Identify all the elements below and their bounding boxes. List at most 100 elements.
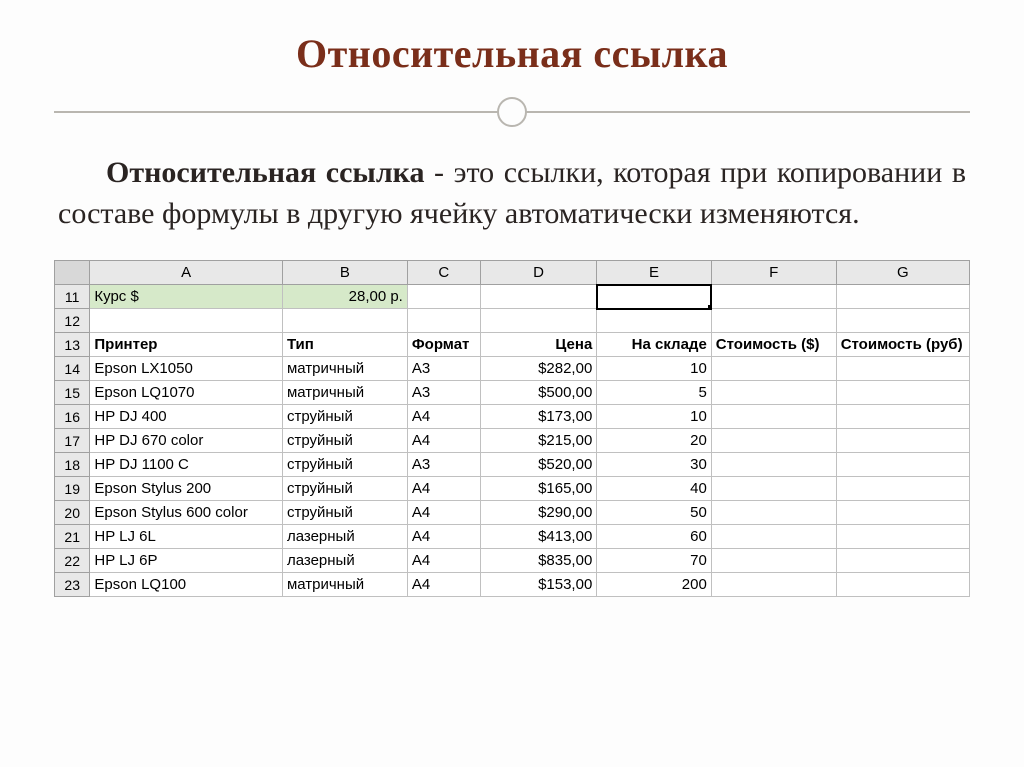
row-header-22[interactable]: 22	[55, 549, 90, 573]
cell-B12[interactable]	[282, 309, 407, 333]
col-header-B[interactable]: B	[282, 261, 407, 285]
row-header-20[interactable]: 20	[55, 501, 90, 525]
cell-A14[interactable]: Epson LX1050	[90, 357, 283, 381]
cell-D12[interactable]	[480, 309, 597, 333]
cell-F13[interactable]: Стоимость ($)	[711, 333, 836, 357]
cell-B15[interactable]: матричный	[282, 381, 407, 405]
cell-B20[interactable]: струйный	[282, 501, 407, 525]
col-header-E[interactable]: E	[597, 261, 712, 285]
cell-D23[interactable]: $153,00	[480, 573, 597, 597]
cell-F15[interactable]	[711, 381, 836, 405]
cell-C14[interactable]: A3	[407, 357, 480, 381]
cell-G21[interactable]	[836, 525, 969, 549]
cell-G18[interactable]	[836, 453, 969, 477]
cell-C16[interactable]: A4	[407, 405, 480, 429]
cell-B22[interactable]: лазерный	[282, 549, 407, 573]
col-header-A[interactable]: A	[90, 261, 283, 285]
cell-F16[interactable]	[711, 405, 836, 429]
cell-E14[interactable]: 10	[597, 357, 712, 381]
cell-G11[interactable]	[836, 285, 969, 309]
cell-G13[interactable]: Стоимость (руб)	[836, 333, 969, 357]
cell-D11[interactable]	[480, 285, 597, 309]
cell-B18[interactable]: струйный	[282, 453, 407, 477]
cell-A17[interactable]: HP DJ 670 color	[90, 429, 283, 453]
row-header-18[interactable]: 18	[55, 453, 90, 477]
cell-B21[interactable]: лазерный	[282, 525, 407, 549]
cell-D19[interactable]: $165,00	[480, 477, 597, 501]
row-header-13[interactable]: 13	[55, 333, 90, 357]
cell-C21[interactable]: A4	[407, 525, 480, 549]
cell-A20[interactable]: Epson Stylus 600 color	[90, 501, 283, 525]
cell-D14[interactable]: $282,00	[480, 357, 597, 381]
cell-D22[interactable]: $835,00	[480, 549, 597, 573]
cell-A11[interactable]: Курс $	[90, 285, 283, 309]
cell-A16[interactable]: HP DJ 400	[90, 405, 283, 429]
cell-C19[interactable]: A4	[407, 477, 480, 501]
cell-E18[interactable]: 30	[597, 453, 712, 477]
cell-F22[interactable]	[711, 549, 836, 573]
cell-A15[interactable]: Epson LQ1070	[90, 381, 283, 405]
row-header-21[interactable]: 21	[55, 525, 90, 549]
cell-C12[interactable]	[407, 309, 480, 333]
cell-B17[interactable]: струйный	[282, 429, 407, 453]
cell-C23[interactable]: A4	[407, 573, 480, 597]
row-header-14[interactable]: 14	[55, 357, 90, 381]
cell-G17[interactable]	[836, 429, 969, 453]
cell-G12[interactable]	[836, 309, 969, 333]
cell-G16[interactable]	[836, 405, 969, 429]
row-header-17[interactable]: 17	[55, 429, 90, 453]
cell-B16[interactable]: струйный	[282, 405, 407, 429]
cell-G15[interactable]	[836, 381, 969, 405]
row-header-12[interactable]: 12	[55, 309, 90, 333]
cell-G22[interactable]	[836, 549, 969, 573]
cell-E19[interactable]: 40	[597, 477, 712, 501]
cell-A12[interactable]	[90, 309, 283, 333]
cell-D16[interactable]: $173,00	[480, 405, 597, 429]
col-header-F[interactable]: F	[711, 261, 836, 285]
cell-E22[interactable]: 70	[597, 549, 712, 573]
row-header-16[interactable]: 16	[55, 405, 90, 429]
cell-A13[interactable]: Принтер	[90, 333, 283, 357]
cell-C17[interactable]: A4	[407, 429, 480, 453]
cell-C18[interactable]: A3	[407, 453, 480, 477]
cell-C20[interactable]: A4	[407, 501, 480, 525]
cell-B11[interactable]: 28,00 р.	[282, 285, 407, 309]
cell-E15[interactable]: 5	[597, 381, 712, 405]
cell-G20[interactable]	[836, 501, 969, 525]
row-header-11[interactable]: 11	[55, 285, 90, 309]
cell-B23[interactable]: матричный	[282, 573, 407, 597]
cell-B14[interactable]: матричный	[282, 357, 407, 381]
cell-F18[interactable]	[711, 453, 836, 477]
cell-F11[interactable]	[711, 285, 836, 309]
cell-D18[interactable]: $520,00	[480, 453, 597, 477]
cell-B19[interactable]: струйный	[282, 477, 407, 501]
cell-C22[interactable]: A4	[407, 549, 480, 573]
cell-D13[interactable]: Цена	[480, 333, 597, 357]
col-header-G[interactable]: G	[836, 261, 969, 285]
cell-E16[interactable]: 10	[597, 405, 712, 429]
cell-D21[interactable]: $413,00	[480, 525, 597, 549]
cell-E20[interactable]: 50	[597, 501, 712, 525]
cell-F14[interactable]	[711, 357, 836, 381]
cell-C13[interactable]: Формат	[407, 333, 480, 357]
cell-G23[interactable]	[836, 573, 969, 597]
cell-F20[interactable]	[711, 501, 836, 525]
cell-A18[interactable]: HP DJ 1100 C	[90, 453, 283, 477]
cell-F12[interactable]	[711, 309, 836, 333]
cell-G14[interactable]	[836, 357, 969, 381]
cell-F21[interactable]	[711, 525, 836, 549]
cell-F23[interactable]	[711, 573, 836, 597]
cell-E23[interactable]: 200	[597, 573, 712, 597]
cell-F19[interactable]	[711, 477, 836, 501]
cell-E12[interactable]	[597, 309, 712, 333]
cell-E17[interactable]: 20	[597, 429, 712, 453]
row-header-19[interactable]: 19	[55, 477, 90, 501]
cell-C11[interactable]	[407, 285, 480, 309]
row-header-23[interactable]: 23	[55, 573, 90, 597]
cell-D17[interactable]: $215,00	[480, 429, 597, 453]
cell-A22[interactable]: HP LJ 6P	[90, 549, 283, 573]
col-header-D[interactable]: D	[480, 261, 597, 285]
cell-C15[interactable]: A3	[407, 381, 480, 405]
cell-D15[interactable]: $500,00	[480, 381, 597, 405]
cell-E13[interactable]: На складе	[597, 333, 712, 357]
